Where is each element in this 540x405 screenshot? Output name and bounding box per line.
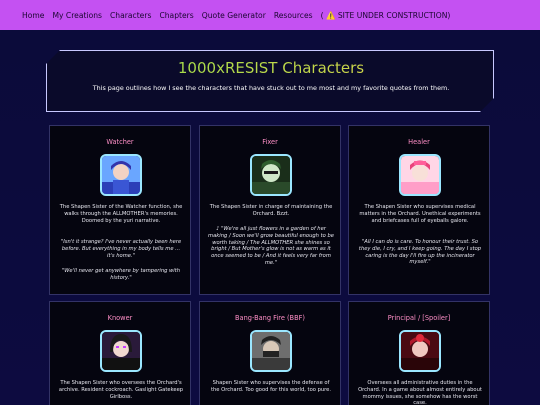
- character-quote: "We'll never get anywhere by tampering w…: [61, 268, 181, 281]
- character-card-watcher: Watcher The Shapen Sister of the Watcher…: [49, 125, 191, 295]
- character-card-healer: Healer The Shapen Sister who supervises …: [348, 125, 490, 295]
- character-quote: "Isn't it strange? I've never actually b…: [60, 239, 182, 259]
- fixer-portrait-image: [250, 154, 292, 196]
- nav-characters-link[interactable]: Characters: [110, 11, 151, 20]
- nav-resources-link[interactable]: Resources: [274, 11, 313, 20]
- character-description: The Shapen Sister who supervises medical…: [359, 204, 481, 224]
- knower-portrait-image: [100, 330, 142, 372]
- character-card-principal: Principal / [Spoiler] Oversees all admin…: [348, 301, 490, 405]
- page-subtitle: This page outlines how I see the charact…: [92, 84, 450, 92]
- character-name: Healer: [408, 138, 430, 146]
- nav-quote-generator-link[interactable]: Quote Generator: [202, 11, 266, 20]
- nav-creations-link[interactable]: My Creations: [52, 11, 102, 20]
- principal-portrait-image: [399, 330, 441, 372]
- watcher-portrait-image: [100, 154, 142, 196]
- top-navbar: Home My Creations Characters Chapters Qu…: [0, 0, 540, 30]
- character-description: Oversees all administrative duties in th…: [358, 380, 482, 405]
- character-card-knower: Knower The Shapen Sister who oversees th…: [49, 301, 191, 405]
- character-card-fixer: Fixer The Shapen Sister in charge of mai…: [199, 125, 341, 295]
- character-name: Fixer: [262, 138, 278, 146]
- character-name: Principal / [Spoiler]: [387, 314, 451, 322]
- character-description: Shapen Sister who supervises the defense…: [210, 380, 332, 393]
- healer-portrait-image: [399, 154, 441, 196]
- bbf-portrait-image: [250, 330, 292, 372]
- character-name: Watcher: [106, 138, 134, 146]
- character-description: The Shapen Sister in charge of maintaini…: [209, 204, 333, 217]
- nav-chapters-link[interactable]: Chapters: [159, 11, 193, 20]
- page-title: 1000xRESIST Characters: [47, 59, 495, 77]
- character-card-bbf: Bang-Bang Fire (BBF) Shapen Sister who s…: [199, 301, 341, 405]
- nav-home-link[interactable]: Home: [22, 11, 44, 20]
- character-name: Bang-Bang Fire (BBF): [235, 314, 305, 322]
- character-description: The Shapen Sister who oversees the Orcha…: [58, 380, 184, 400]
- character-quote: ♪ "We're all just flowers in a garden of…: [208, 226, 334, 266]
- character-name: Knower: [107, 314, 133, 322]
- page-background: 1000xRESIST Characters This page outline…: [0, 30, 540, 405]
- character-quote: "All I can do is care. To honour their t…: [358, 239, 482, 266]
- page-header-box: 1000xRESIST Characters This page outline…: [46, 50, 494, 112]
- character-description: The Shapen Sister of the Watcher functio…: [59, 204, 183, 224]
- nav-construction-notice: ( ⚠️ SITE UNDER CONSTRUCTION): [320, 10, 451, 20]
